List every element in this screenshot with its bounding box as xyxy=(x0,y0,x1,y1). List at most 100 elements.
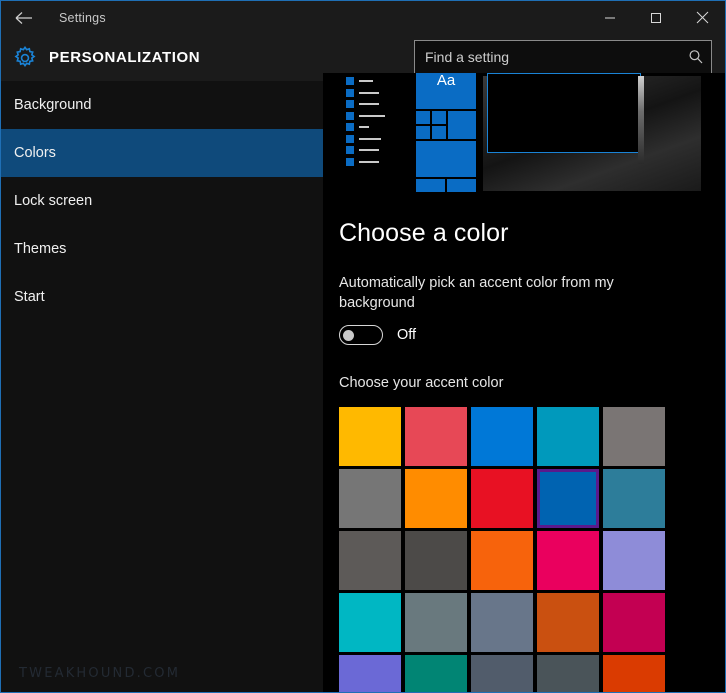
auto-accent-label: Automatically pick an accent color from … xyxy=(339,275,614,311)
settings-window: Settings PERSONALIZATION Find a setting … xyxy=(0,0,726,693)
accent-swatch[interactable] xyxy=(339,407,401,467)
preview-tile-group xyxy=(416,111,476,139)
accent-swatch[interactable] xyxy=(537,531,599,591)
accent-swatch[interactable] xyxy=(537,469,599,529)
accent-swatch[interactable] xyxy=(405,469,467,529)
accent-swatch[interactable] xyxy=(339,469,401,529)
toggle-knob xyxy=(343,329,354,341)
search-input[interactable] xyxy=(415,41,681,73)
preview-tile-pair xyxy=(416,179,476,192)
preview-app-row xyxy=(346,134,410,144)
preview-tile-small xyxy=(416,126,430,139)
preview-app-line xyxy=(359,114,385,117)
sidebar-item-colors[interactable]: Colors xyxy=(1,129,323,177)
accent-swatch[interactable] xyxy=(603,407,665,467)
page-title: PERSONALIZATION xyxy=(49,49,201,66)
sidebar-item-label: Colors xyxy=(14,145,56,161)
accent-swatch[interactable] xyxy=(339,593,401,653)
accent-swatch[interactable] xyxy=(471,469,533,529)
preview-tile-small xyxy=(416,111,430,124)
sidebar-item-label: Themes xyxy=(14,241,67,257)
sidebar-item-lock-screen[interactable]: Lock screen xyxy=(1,177,323,225)
maximize-icon[interactable] xyxy=(633,1,679,34)
sidebar-item-label: Lock screen xyxy=(14,193,93,209)
preview-app-row xyxy=(346,145,410,155)
close-icon[interactable] xyxy=(679,1,725,34)
accent-swatch[interactable] xyxy=(537,593,599,653)
preview-tile-small xyxy=(432,126,446,139)
accent-swatch[interactable] xyxy=(603,593,665,653)
accent-swatch[interactable] xyxy=(339,655,401,692)
preview-app-line xyxy=(359,91,379,94)
preview-tile-quad xyxy=(416,111,446,139)
preview-app-line xyxy=(359,137,381,140)
search-icon[interactable] xyxy=(681,49,711,65)
preview-tile-small xyxy=(432,111,446,124)
accent-swatch[interactable] xyxy=(405,593,467,653)
accent-swatch[interactable] xyxy=(603,531,665,591)
search-box[interactable] xyxy=(414,40,712,74)
accent-swatch[interactable] xyxy=(603,655,665,692)
preview-app-icon xyxy=(346,111,354,120)
preview-app-icon xyxy=(346,77,354,85)
accent-swatch[interactable] xyxy=(339,531,401,591)
window-controls xyxy=(587,1,725,34)
accent-swatch[interactable] xyxy=(537,655,599,692)
accent-swatch[interactable] xyxy=(471,407,533,467)
preview-app-line xyxy=(359,149,379,151)
auto-accent-toggle-row: Off xyxy=(339,325,725,346)
back-arrow-icon[interactable] xyxy=(1,1,47,34)
preview-app-icon xyxy=(346,123,354,131)
preview-app-icon xyxy=(346,100,354,108)
sidebar-item-label: Start xyxy=(14,289,45,305)
preview-tile-wide xyxy=(448,111,476,139)
preview-app-line xyxy=(359,103,379,105)
preview-app-icon xyxy=(346,146,354,154)
main-content: Aa Choose a color Automatically pick an … xyxy=(323,73,725,692)
preview-app-line xyxy=(359,160,379,163)
sidebar-nav: Background Colors Lock screen Themes Sta… xyxy=(1,81,323,692)
title-bar: Settings xyxy=(1,1,725,34)
preview-app-row xyxy=(346,122,410,132)
colors-settings: Choose a color Automatically pick an acc… xyxy=(323,201,725,692)
preview-tile-aa: Aa xyxy=(416,73,476,109)
preview-app-row xyxy=(346,111,410,121)
preview-app-row xyxy=(346,76,410,86)
accent-swatch[interactable] xyxy=(405,655,467,692)
preview-window xyxy=(487,73,641,153)
preview-tile-big xyxy=(416,141,476,177)
accent-swatch[interactable] xyxy=(471,655,533,692)
sidebar-item-start[interactable]: Start xyxy=(1,273,323,321)
preview-app-icon xyxy=(346,157,354,166)
auto-accent-toggle[interactable] xyxy=(339,325,383,346)
sidebar-item-background[interactable]: Background xyxy=(1,81,323,129)
accent-swatch[interactable] xyxy=(471,531,533,591)
accent-swatch[interactable] xyxy=(405,531,467,591)
accent-swatch[interactable] xyxy=(405,407,467,467)
accent-swatch[interactable] xyxy=(603,469,665,529)
gear-icon xyxy=(1,45,49,71)
accent-swatch[interactable] xyxy=(471,593,533,653)
sidebar-item-themes[interactable]: Themes xyxy=(1,225,323,273)
toggle-state-label: Off xyxy=(397,327,417,344)
preview-app-icon xyxy=(346,134,354,143)
preview-app-line xyxy=(359,80,373,82)
preview-app-list xyxy=(346,76,410,166)
watermark: TWEAKHOUND.COM xyxy=(19,666,181,681)
sidebar-item-label: Background xyxy=(14,97,92,113)
preview-tiles: Aa xyxy=(416,73,476,192)
accent-color-grid xyxy=(339,407,725,692)
preview-app-row xyxy=(346,88,410,98)
accent-swatch[interactable] xyxy=(537,407,599,467)
preview-app-icon xyxy=(346,88,354,97)
preview-app-row xyxy=(346,99,410,109)
minimize-icon[interactable] xyxy=(587,1,633,34)
section-title: Choose a color xyxy=(339,219,509,247)
theme-preview: Aa xyxy=(323,73,725,201)
window-title: Settings xyxy=(59,10,106,25)
preview-app-row xyxy=(346,157,410,167)
preview-tile-half xyxy=(416,179,445,192)
preview-app-line xyxy=(359,126,369,128)
accent-color-label: Choose your accent color xyxy=(339,375,504,392)
preview-scrollbar xyxy=(638,76,644,164)
